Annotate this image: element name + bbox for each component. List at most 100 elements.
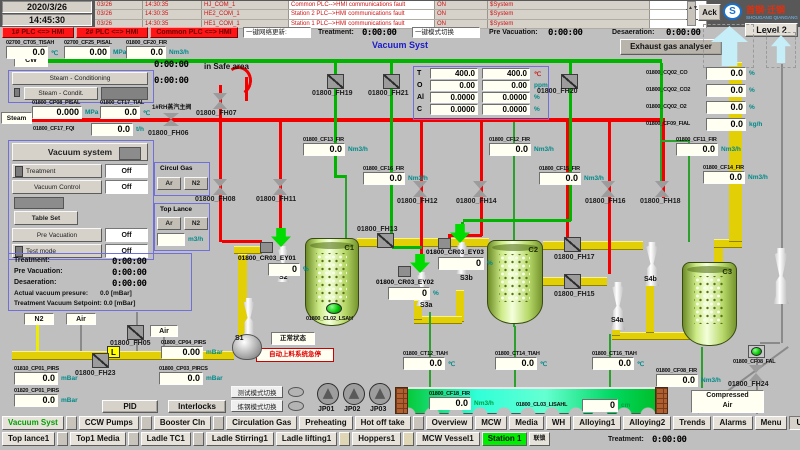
valve-fh21-label: 01800_FH21	[368, 90, 408, 97]
nav-tab--[interactable]: 联锁	[529, 432, 549, 446]
pipe	[660, 122, 662, 182]
mode-switch-field[interactable]: 一键模式切换	[412, 27, 480, 38]
top-lance-ar-button[interactable]: Ar	[157, 217, 181, 230]
nav-tab-ladle-tc1[interactable]: Ladle TC1	[141, 432, 191, 446]
nav-tab-preheating[interactable]: Preheating	[299, 416, 352, 430]
nav-tab-spacer[interactable]	[141, 416, 152, 430]
steel-mode-switch-lamp	[288, 401, 304, 411]
nav-tab-alloying2[interactable]: Alloying2	[623, 416, 671, 430]
nav-tab-spacer[interactable]	[66, 416, 77, 430]
cf08-fal-led	[751, 347, 762, 356]
nav-tab-top-lance1[interactable]: Top lance1	[2, 432, 55, 446]
treatment-button[interactable]: Treatment	[12, 164, 102, 178]
table-set-button[interactable]: Table Set	[14, 211, 78, 225]
readout-cl03-value: 0	[582, 399, 618, 412]
nav-tab-spacer[interactable]	[403, 432, 414, 446]
readout-ey03-unit: %	[487, 260, 493, 267]
plc-common-status-button[interactable]: Common PLC <=> HMI	[150, 27, 238, 38]
vacuum-control-button[interactable]: Vacuum Control	[12, 180, 102, 194]
alarm-scrollbar[interactable]: ▲▼	[687, 1, 696, 26]
plc1-status-button[interactable]: 1# PLC <=> HMI	[2, 27, 74, 38]
nav-tab-alloying1[interactable]: Alloying1	[573, 416, 621, 430]
valve-fh23-icon[interactable]	[92, 353, 109, 368]
flow-arrow-ey02-icon	[410, 254, 430, 273]
valve-fh05-icon[interactable]	[127, 325, 144, 340]
nav-tab-station-1[interactable]: Station 1	[482, 432, 528, 446]
nav-tab-hoppers1[interactable]: Hoppers1	[352, 432, 401, 446]
readout-ey02-tag: 01800_CR03_EY02	[376, 279, 434, 286]
valve-fh19-icon[interactable]	[327, 74, 344, 89]
readout-cf12-value: 0.0	[489, 143, 531, 156]
nav-tab-mcw[interactable]: MCW	[475, 416, 507, 430]
valve-fh17-icon[interactable]	[564, 237, 581, 252]
nav-tab-spacer[interactable]	[128, 432, 139, 446]
nav-tab-vacuum-syst[interactable]: Vacuum Syst	[2, 416, 64, 430]
readout-cp01a-value: 0.0	[14, 372, 58, 385]
nav-tab-spacer[interactable]	[57, 432, 68, 446]
network-update-field[interactable]: 一键网络更新:	[243, 27, 311, 38]
circul-gas-n2-button[interactable]: N2	[184, 177, 208, 190]
vacuum-system-title: Vacuum system	[12, 143, 148, 161]
nav-tab-hot-off-take[interactable]: Hot off take	[355, 416, 411, 430]
pre-vacuation-button[interactable]: Pre Vacuation	[12, 228, 102, 242]
ejector-inlet-s3b	[438, 238, 451, 249]
analysis-value-2: 0.00	[482, 80, 530, 91]
nav-tab-spacer[interactable]	[413, 416, 424, 430]
top-lance-flow-input[interactable]	[157, 233, 185, 246]
alarm-row[interactable]: 03/2614:30:35HE2_COM_1Station 2 PLC-->HM…	[95, 10, 686, 19]
nav-tab-overview[interactable]: Overview	[426, 416, 474, 430]
steam-conditioning-button[interactable]: Steam - Conditioning	[12, 72, 148, 85]
analysis-rows: T400.0400.0℃O0.000.00ppmAl0.00000.0000%C…	[415, 68, 547, 118]
nav-tab-top1-media[interactable]: Top1 Media	[70, 432, 125, 446]
readout-cf20-unit: Nm3/h	[169, 49, 189, 56]
steel-mode-switch-button[interactable]: 炼钢模式切换	[231, 400, 283, 412]
nav-tab-ladle-stirring1[interactable]: Ladle Stirring1	[206, 432, 274, 446]
n2-supply-label[interactable]: N2	[24, 313, 54, 325]
readout-cf12-unit: Nm3/h	[534, 146, 554, 153]
pump-jp01-icon[interactable]	[317, 383, 339, 405]
air-supply-label-2[interactable]: Air	[150, 325, 178, 337]
rh-steam-main-valve-label: 1#RH蒸汽主阀	[152, 102, 191, 111]
valve-fh13-icon[interactable]	[377, 233, 394, 248]
pump-jp02-icon[interactable]	[343, 383, 365, 405]
nav-tab-spacer[interactable]	[193, 432, 204, 446]
ejector-inlet-s3a	[398, 266, 411, 277]
vacuum-setpoint-text: Treatment Vacuum Setpoint: 0.0 [mBar]	[14, 300, 135, 307]
plc2-status-button[interactable]: 2# PLC <=> HMI	[76, 27, 148, 38]
test-mode-switch-button[interactable]: 测试模式切换	[231, 386, 283, 398]
steam-condit-button[interactable]: Steam - Condit.	[24, 87, 98, 100]
nav-tab-media[interactable]: Media	[509, 416, 544, 430]
nav-tab-ccw-pumps[interactable]: CCW Pumps	[79, 416, 139, 430]
ack-button[interactable]: Ack	[698, 4, 721, 21]
valve-fh20-icon[interactable]	[561, 74, 578, 89]
interlocks-button[interactable]: Interlocks	[168, 400, 226, 413]
air-supply-label[interactable]: Air	[66, 313, 96, 325]
nav-tab-menu[interactable]: Menu	[755, 416, 788, 430]
readout-cq_o2-value: 0.0	[706, 101, 746, 114]
nav-tab-ladle-lifting1[interactable]: Ladle lifting1	[276, 432, 337, 446]
test-mode-switch-lamp	[288, 387, 304, 397]
alarm-cell-state: ON	[435, 1, 488, 9]
readout-cp01b-unit: mBar	[61, 397, 78, 404]
readout-ey01-value: 0	[268, 263, 300, 276]
circul-gas-ar-button[interactable]: Ar	[157, 177, 181, 190]
alarm-cell-date: 03/26	[95, 10, 143, 18]
nav-tab-spacer[interactable]	[213, 416, 224, 430]
top-lance-n2-button[interactable]: N2	[184, 217, 208, 230]
nav-tab-booster-cln[interactable]: Booster Cln	[154, 416, 211, 430]
nav-tab-alarms[interactable]: Alarms	[713, 416, 752, 430]
valve-fh15-icon[interactable]	[564, 274, 581, 289]
pump-jp03-icon[interactable]	[369, 383, 391, 405]
actual-vacuum-label: Actual vacuum presure:	[14, 290, 88, 297]
top-lance-title: Top Lance	[160, 206, 192, 213]
nav-tab-circulation-gas[interactable]: Circulation Gas	[226, 416, 297, 430]
nav-tab-spacer[interactable]	[339, 432, 350, 446]
estop-message-box: 自动上料系统急停	[256, 348, 334, 362]
valve-fh21-icon[interactable]	[383, 74, 400, 89]
nav-tab-trends[interactable]: Trends	[673, 416, 711, 430]
alarm-row[interactable]: 03/2614:30:35HJ_COM_1Common PLC-->HMI co…	[95, 1, 686, 10]
nav-tab-wh[interactable]: WH	[546, 416, 571, 430]
nav-tab-mcw-vessel1[interactable]: MCW Vessel1	[416, 432, 480, 446]
pid-button[interactable]: PID	[102, 400, 158, 413]
user-box: User:ic	[789, 416, 800, 430]
